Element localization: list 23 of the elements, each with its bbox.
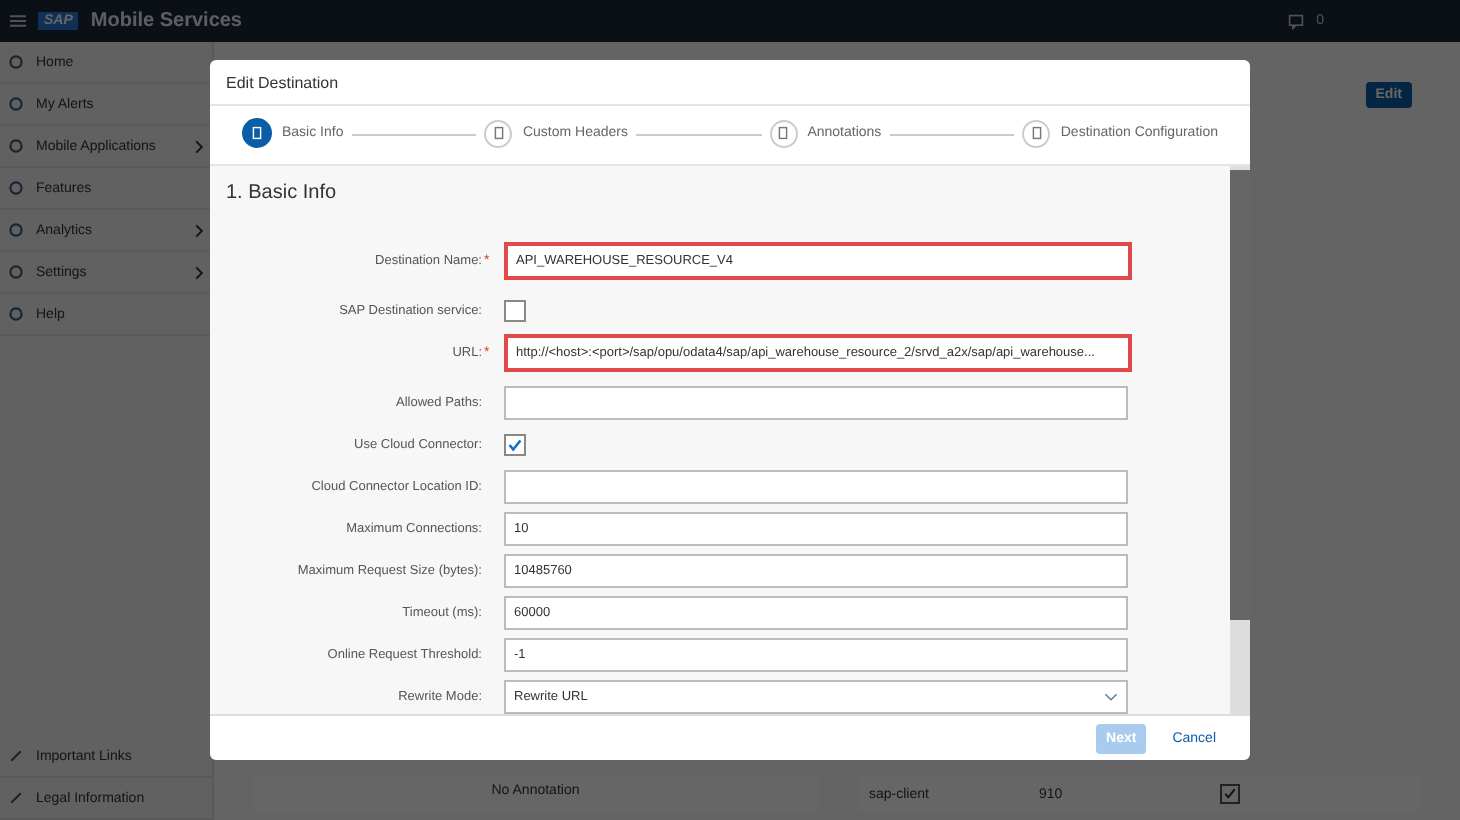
chevron-down-icon [1104, 692, 1118, 702]
chevron-icon [194, 139, 204, 153]
checkbox[interactable] [504, 300, 526, 322]
app-title: Mobile Services [90, 10, 242, 32]
link-icon [8, 748, 24, 764]
nav-icon [8, 222, 24, 238]
menu-icon[interactable] [10, 14, 26, 28]
dialog-title: Edit Destination [226, 73, 339, 91]
chevron-icon [194, 223, 204, 237]
nav-icon [8, 138, 24, 154]
nav-icon [8, 306, 24, 322]
chevron-icon [194, 265, 204, 279]
nav-icon [8, 264, 24, 280]
nav-icon [8, 180, 24, 196]
input-field[interactable] [504, 386, 1128, 420]
nav-icon [8, 54, 24, 70]
nav-icon [8, 96, 24, 112]
section-title: 1. Basic Info [226, 182, 339, 204]
checkbox[interactable] [1219, 784, 1239, 804]
checkbox[interactable] [504, 434, 526, 456]
link-icon [8, 790, 24, 806]
input-field[interactable] [504, 470, 1128, 504]
scrollbar[interactable] [1230, 166, 1250, 714]
